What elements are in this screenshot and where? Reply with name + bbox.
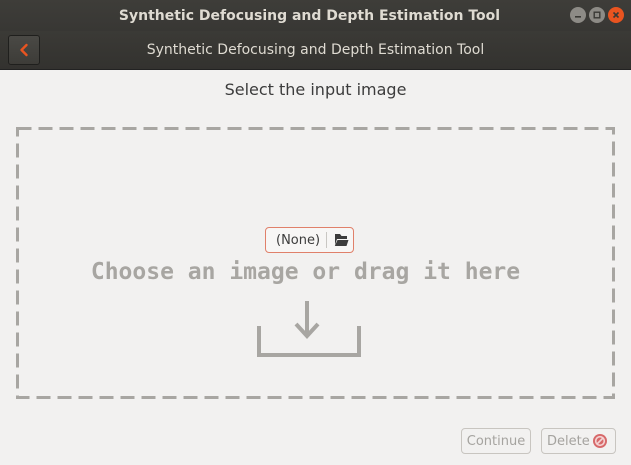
window-titlebar: Synthetic Defocusing and Depth Estimatio… <box>0 0 631 31</box>
close-icon[interactable] <box>608 7 624 23</box>
continue-label: Continue <box>466 433 526 449</box>
open-file-icon <box>334 234 349 246</box>
no-entry-icon <box>592 434 607 448</box>
chevron-left-icon <box>20 43 28 57</box>
header-title: Synthetic Defocusing and Depth Estimatio… <box>146 42 485 58</box>
file-chooser-separator <box>326 232 327 248</box>
minimize-icon[interactable] <box>570 7 586 23</box>
file-chooser-button[interactable]: (None) <box>265 227 354 253</box>
back-button[interactable] <box>8 35 40 65</box>
drop-prompt: Choose an image or drag it here <box>90 259 521 285</box>
file-chooser-value: (None) <box>276 232 321 248</box>
window-title: Synthetic Defocusing and Depth Estimatio… <box>118 7 501 24</box>
header-bar: Synthetic Defocusing and Depth Estimatio… <box>0 31 631 70</box>
delete-button[interactable]: Delete <box>541 428 616 454</box>
page-heading: Select the input image <box>224 80 407 99</box>
maximize-icon[interactable] <box>589 7 605 23</box>
continue-button[interactable]: Continue <box>461 428 531 454</box>
download-tray-icon <box>257 301 361 357</box>
delete-label: Delete <box>547 433 590 449</box>
